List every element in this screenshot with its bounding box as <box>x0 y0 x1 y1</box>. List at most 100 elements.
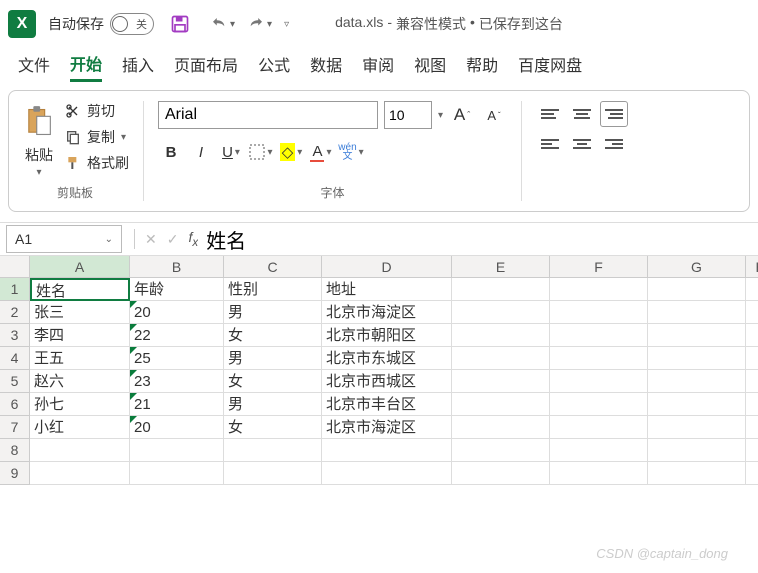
cell[interactable] <box>550 416 648 439</box>
cell[interactable] <box>550 347 648 370</box>
row-header[interactable]: 9 <box>0 462 30 485</box>
cell[interactable] <box>452 278 550 301</box>
cell[interactable] <box>550 324 648 347</box>
row-header[interactable]: 2 <box>0 301 30 324</box>
col-header[interactable]: G <box>648 256 746 278</box>
cell[interactable] <box>746 370 758 393</box>
row-header[interactable]: 7 <box>0 416 30 439</box>
autosave-control[interactable]: 自动保存 关 <box>48 13 154 35</box>
cell[interactable]: 22 <box>130 324 224 347</box>
font-size-input[interactable] <box>384 101 432 129</box>
tab-review[interactable]: 审阅 <box>362 52 394 80</box>
align-top-left-button[interactable] <box>536 101 564 127</box>
font-color-button[interactable]: A▾ <box>308 139 334 165</box>
accept-formula-icon[interactable]: ✓ <box>167 231 179 248</box>
tab-help[interactable]: 帮助 <box>466 52 498 80</box>
paste-button[interactable] <box>21 101 57 143</box>
cell[interactable]: 女 <box>224 370 322 393</box>
cell[interactable] <box>224 439 322 462</box>
cell[interactable] <box>452 370 550 393</box>
cell[interactable]: 年龄 <box>130 278 224 301</box>
underline-button[interactable]: U▾ <box>218 139 244 165</box>
font-name-input[interactable] <box>158 101 378 129</box>
col-header[interactable]: D <box>322 256 452 278</box>
cell[interactable] <box>746 393 758 416</box>
row-header[interactable]: 5 <box>0 370 30 393</box>
col-header[interactable]: B <box>130 256 224 278</box>
cell[interactable] <box>130 462 224 485</box>
cell[interactable]: 20 <box>130 301 224 324</box>
cell[interactable]: 男 <box>224 347 322 370</box>
customize-qat-button[interactable]: ▿ <box>280 15 293 34</box>
cell[interactable]: 男 <box>224 393 322 416</box>
row-header[interactable]: 1 <box>0 278 30 301</box>
fill-color-button[interactable]: ◇▾ <box>278 139 304 165</box>
col-header[interactable]: E <box>452 256 550 278</box>
cell[interactable]: 姓名 <box>30 278 130 301</box>
cell[interactable]: 性别 <box>224 278 322 301</box>
cell[interactable]: 北京市丰台区 <box>322 393 452 416</box>
spreadsheet-grid[interactable]: ABCDEFGH1姓名年龄性别地址2张三20男北京市海淀区3李四22女北京市朝阳… <box>0 256 758 485</box>
cell[interactable] <box>648 462 746 485</box>
cell[interactable] <box>746 301 758 324</box>
align-top-center-button[interactable] <box>568 101 596 127</box>
cell[interactable]: 地址 <box>322 278 452 301</box>
decrease-font-button[interactable]: Aˇ <box>481 102 507 128</box>
tab-formulas[interactable]: 公式 <box>258 52 290 80</box>
cell[interactable] <box>648 439 746 462</box>
col-header[interactable]: C <box>224 256 322 278</box>
col-header[interactable]: A <box>30 256 130 278</box>
cell[interactable]: 北京市海淀区 <box>322 301 452 324</box>
redo-button[interactable]: ▾ <box>243 11 276 37</box>
cell[interactable] <box>746 278 758 301</box>
cell[interactable]: 北京市海淀区 <box>322 416 452 439</box>
cell[interactable]: 北京市东城区 <box>322 347 452 370</box>
cell[interactable] <box>550 370 648 393</box>
bold-button[interactable]: B <box>158 139 184 165</box>
cell[interactable]: 20 <box>130 416 224 439</box>
tab-data[interactable]: 数据 <box>310 52 342 80</box>
cell[interactable] <box>452 301 550 324</box>
tab-page-layout[interactable]: 页面布局 <box>174 52 238 80</box>
undo-button[interactable]: ▾ <box>206 11 239 37</box>
row-header[interactable]: 4 <box>0 347 30 370</box>
formula-input[interactable] <box>198 228 758 251</box>
cell[interactable] <box>130 439 224 462</box>
cell[interactable]: 王五 <box>30 347 130 370</box>
cell[interactable] <box>452 439 550 462</box>
cell[interactable] <box>452 462 550 485</box>
row-header[interactable]: 6 <box>0 393 30 416</box>
cell[interactable]: 女 <box>224 416 322 439</box>
col-header[interactable]: H <box>746 256 758 278</box>
cell[interactable]: 男 <box>224 301 322 324</box>
cell[interactable]: 25 <box>130 347 224 370</box>
cell[interactable] <box>648 370 746 393</box>
cell[interactable] <box>322 462 452 485</box>
cell[interactable] <box>746 416 758 439</box>
col-header[interactable]: F <box>550 256 648 278</box>
cell[interactable]: 张三 <box>30 301 130 324</box>
border-button[interactable]: ▾ <box>248 139 274 165</box>
cell[interactable] <box>550 278 648 301</box>
cell[interactable] <box>648 301 746 324</box>
italic-button[interactable]: I <box>188 139 214 165</box>
tab-home[interactable]: 开始 <box>70 51 102 82</box>
cell[interactable] <box>452 347 550 370</box>
cell[interactable] <box>648 324 746 347</box>
name-box[interactable]: A1 ⌄ <box>6 225 122 253</box>
cell[interactable]: 21 <box>130 393 224 416</box>
save-button[interactable] <box>166 10 194 38</box>
cell[interactable] <box>648 278 746 301</box>
autosave-toggle[interactable]: 关 <box>110 13 154 35</box>
cell[interactable] <box>30 439 130 462</box>
cell[interactable] <box>322 439 452 462</box>
cell[interactable] <box>746 324 758 347</box>
cell[interactable] <box>648 393 746 416</box>
cell[interactable] <box>452 324 550 347</box>
cell[interactable] <box>550 301 648 324</box>
format-painter-button[interactable]: 格式刷 <box>65 153 129 173</box>
fx-icon[interactable]: fx <box>188 229 198 249</box>
row-header[interactable]: 3 <box>0 324 30 347</box>
select-all-corner[interactable] <box>0 256 30 278</box>
cell[interactable]: 23 <box>130 370 224 393</box>
